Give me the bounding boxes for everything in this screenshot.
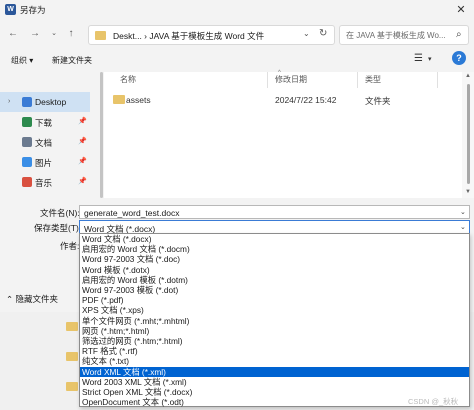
help-icon[interactable]: ? <box>452 51 466 65</box>
pin-icon: 📌 <box>78 138 87 145</box>
view-options-icon[interactable]: ☰ <box>414 53 423 64</box>
pin-icon: 📌 <box>78 178 87 185</box>
chevron-down-icon[interactable]: ⌄ <box>460 208 466 216</box>
filetype-option[interactable]: 筛选过的网页 (*.htm;*.html) <box>80 336 469 346</box>
folder-icon <box>66 352 78 361</box>
download-icon <box>22 117 32 127</box>
breadcrumb[interactable]: Deskt... › JAVA 基于模板生成 Word 文件 <box>113 30 264 42</box>
file-name: assets <box>126 95 151 105</box>
arrow-right-icon: → <box>30 28 40 39</box>
filetype-select[interactable]: Word 文档 (*.docx) ⌄ <box>79 220 470 234</box>
pin-icon: 📌 <box>78 118 87 125</box>
filename-input[interactable]: generate_word_test.docx ⌄ <box>79 205 470 219</box>
sort-indicator-icon: ^ <box>278 70 281 76</box>
chevron-down-icon[interactable]: ⌄ <box>303 29 310 38</box>
close-icon: ✕ <box>456 4 466 16</box>
folder-icon <box>66 322 78 331</box>
chevron-down-icon: ⌄ <box>51 30 57 37</box>
filetype-option[interactable]: XPS 文档 (*.xps) <box>80 305 469 315</box>
file-type: 文件夹 <box>365 96 391 106</box>
up-button[interactable]: ↑ <box>63 26 79 42</box>
window-title: 另存为 <box>20 5 46 15</box>
navigation-pane-scrollbar[interactable] <box>100 72 103 198</box>
filetype-option[interactable]: 启用宏的 Word 文档 (*.docm) <box>80 244 469 254</box>
search-placeholder: 在 JAVA 基于模板生成 Wo... <box>346 31 446 40</box>
folder-icon <box>113 95 125 104</box>
filetype-option[interactable]: Word 2003 XML 文档 (*.xml) <box>80 377 469 387</box>
filetype-option[interactable]: Word 97-2003 模板 (*.dot) <box>80 285 469 295</box>
refresh-icon[interactable]: ↻ <box>319 28 327 39</box>
sidebar-item-downloads[interactable]: 下载 📌 <box>0 112 90 132</box>
folder-icon <box>66 382 78 391</box>
filetype-option[interactable]: Word 97-2003 文档 (*.doc) <box>80 254 469 264</box>
filename-label: 文件名(N): <box>40 208 80 218</box>
sidebar-item-label: 下载 <box>35 118 53 128</box>
scrollbar-thumb[interactable] <box>467 84 470 184</box>
author-label: 作者: <box>60 241 80 251</box>
search-icon: ⌕ <box>456 29 462 40</box>
hide-folders-label: 隐藏文件夹 <box>15 294 59 304</box>
sidebar-item-desktop[interactable]: › Desktop <box>0 92 90 112</box>
chevron-down-icon[interactable]: ⌄ <box>460 223 466 231</box>
arrow-left-icon: ← <box>8 28 18 39</box>
organize-button[interactable]: 组织 ▾ <box>11 55 33 66</box>
filetype-option[interactable]: RTF 格式 (*.rtf) <box>80 346 469 356</box>
column-header-type[interactable]: 类型 <box>365 74 381 85</box>
filetype-dropdown-list: Word 文档 (*.docx) 启用宏的 Word 文档 (*.docm) Wor… <box>79 233 470 407</box>
column-divider[interactable] <box>267 72 268 88</box>
column-header-name[interactable]: 名称 <box>120 74 136 85</box>
title-bar: W 另存为 ✕ <box>0 0 474 20</box>
filetype-option[interactable]: 启用宏的 Word 模板 (*.dotm) <box>80 275 469 285</box>
table-row[interactable]: assets 2024/7/22 15:42 文件夹 <box>104 92 459 108</box>
desktop-icon <box>22 97 32 107</box>
word-app-icon: W <box>5 4 16 15</box>
file-modified: 2024/7/22 15:42 <box>275 95 337 105</box>
sidebar-item-label: 音乐 <box>35 178 53 188</box>
sidebar-item-music[interactable]: 音乐 📌 <box>0 172 90 192</box>
filetype-option[interactable]: PDF (*.pdf) <box>80 295 469 305</box>
watermark: CSDN @_秋秋 <box>408 397 459 406</box>
music-icon <box>22 177 32 187</box>
scroll-down-icon[interactable]: ▼ <box>465 189 471 195</box>
folder-icon <box>95 31 106 40</box>
filetype-option[interactable]: 单个文件网页 (*.mht;*.mhtml) <box>80 316 469 326</box>
chevron-down-icon[interactable]: ▾ <box>428 55 432 63</box>
sidebar-item-pictures[interactable]: 图片 📌 <box>0 152 90 172</box>
document-icon <box>22 137 32 147</box>
filetype-option[interactable]: Word XML 文档 (*.xml) <box>80 366 469 377</box>
navigation-pane: › Desktop 下载 📌 文档 📌 图片 📌 音乐 📌 <box>0 72 92 198</box>
sidebar-item-label: Desktop <box>35 97 67 107</box>
search-input[interactable]: 在 JAVA 基于模板生成 Wo... ⌕ <box>339 25 469 45</box>
close-button[interactable]: ✕ <box>452 2 470 18</box>
scroll-up-icon[interactable]: ▲ <box>465 73 471 79</box>
new-folder-button[interactable]: 新建文件夹 <box>52 55 92 66</box>
filetype-option[interactable]: Word 文档 (*.docx) <box>80 234 469 244</box>
pictures-icon <box>22 157 32 167</box>
filetype-option[interactable]: 网页 (*.htm;*.html) <box>80 326 469 336</box>
back-button[interactable]: ← <box>5 26 21 42</box>
address-bar[interactable]: Deskt... › JAVA 基于模板生成 Word 文件 ⌄ ↻ <box>88 25 335 45</box>
pin-icon: 📌 <box>78 158 87 165</box>
filetype-option[interactable]: Word 模板 (*.dotx) <box>80 265 469 275</box>
sidebar-item-documents[interactable]: 文档 📌 <box>0 132 90 152</box>
recent-locations-button[interactable]: ⌄ <box>46 26 62 42</box>
filetype-label: 保存类型(T): <box>34 223 82 233</box>
column-divider[interactable] <box>437 72 438 88</box>
forward-button[interactable]: → <box>27 26 43 42</box>
filename-value: generate_word_test.docx <box>84 208 180 218</box>
hide-folders-toggle[interactable]: ⌃ 隐藏文件夹 <box>6 293 58 305</box>
filetype-option[interactable]: 纯文本 (*.txt) <box>80 356 469 366</box>
chevron-up-icon: ⌃ <box>6 294 14 304</box>
arrow-up-icon: ↑ <box>68 28 74 39</box>
sidebar-item-label: 文档 <box>35 138 53 148</box>
chevron-right-icon[interactable]: › <box>8 98 10 105</box>
sidebar-item-label: 图片 <box>35 158 53 168</box>
file-list <box>104 72 474 198</box>
column-divider[interactable] <box>357 72 358 88</box>
